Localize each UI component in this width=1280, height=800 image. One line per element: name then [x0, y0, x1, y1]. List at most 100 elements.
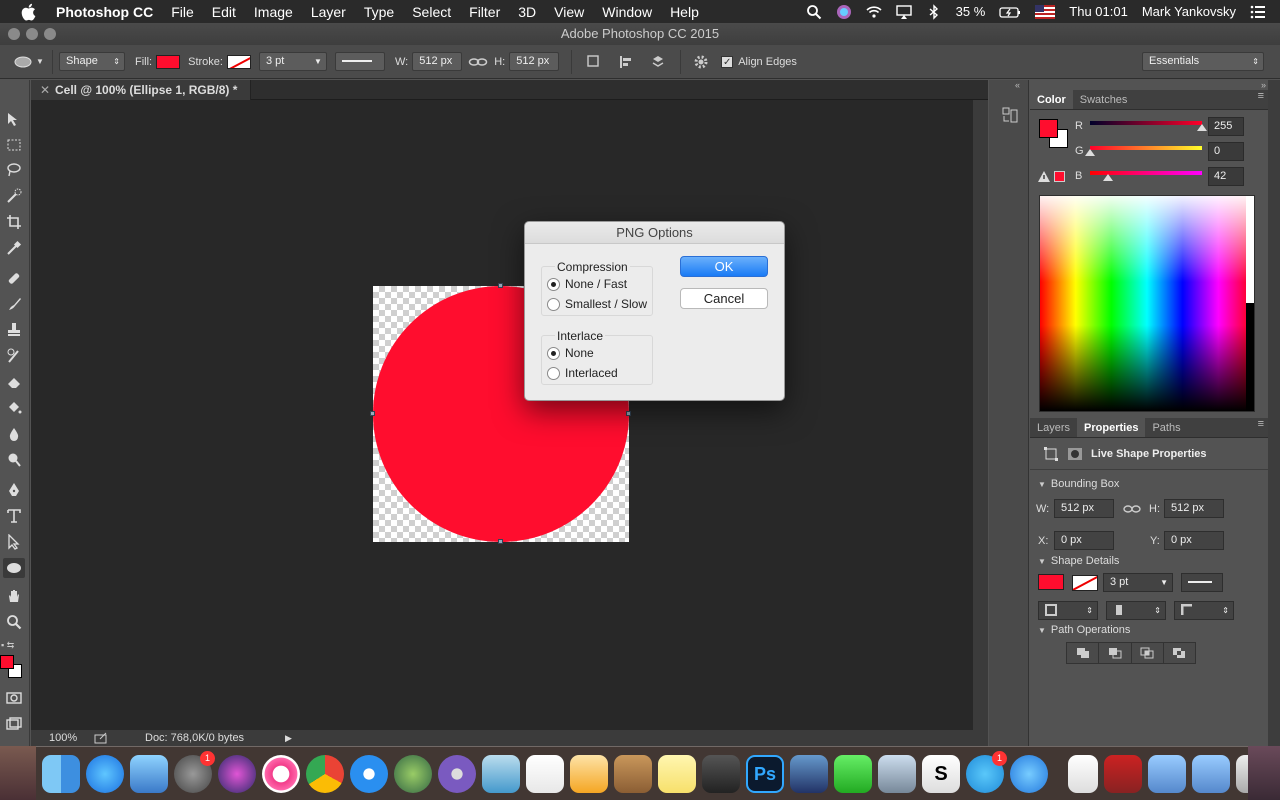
facetime-icon[interactable]	[834, 754, 872, 793]
skype-icon[interactable]: S	[922, 754, 960, 793]
dodge-tool-icon[interactable]	[3, 450, 25, 470]
combine-shapes-icon[interactable]	[1067, 643, 1100, 663]
b-value-field[interactable]: 42	[1208, 167, 1244, 186]
contacts-icon[interactable]	[614, 754, 652, 793]
path-alignment-icon[interactable]	[618, 54, 634, 70]
intersect-shapes-icon[interactable]	[1132, 643, 1164, 663]
stroke-caps-select[interactable]: ⇕	[1106, 601, 1166, 620]
gamut-warning-icon[interactable]	[1038, 171, 1050, 182]
menu-view[interactable]: View	[554, 4, 584, 20]
panel-menu-icon[interactable]: ≡	[1258, 418, 1268, 437]
bounding-box-section[interactable]: Bounding Box	[1038, 478, 1120, 490]
torrent-icon[interactable]	[438, 754, 476, 793]
photoshop-icon[interactable]: Ps	[746, 754, 784, 793]
healing-brush-tool-icon[interactable]	[3, 268, 25, 288]
foreground-color-swatch[interactable]	[0, 655, 14, 669]
keynote-icon[interactable]	[482, 754, 520, 793]
stroke-align-select[interactable]: ⇕	[1038, 601, 1098, 620]
notes-icon[interactable]	[658, 754, 696, 793]
workspace-select[interactable]: Essentials ⇕	[1142, 52, 1264, 71]
zoom-level[interactable]: 100%	[49, 730, 77, 746]
transform-handle-bottom[interactable]	[498, 539, 503, 544]
marquee-tool-icon[interactable]	[3, 135, 25, 155]
collapse-arrows-icon[interactable]: »	[1261, 80, 1266, 90]
gear-icon[interactable]	[693, 54, 709, 70]
radio-compression-smallest-slow[interactable]: Smallest / Slow	[547, 297, 647, 311]
chrome-icon[interactable]	[306, 754, 344, 793]
tab-layers[interactable]: Layers	[1030, 418, 1077, 437]
subtract-shape-icon[interactable]	[1099, 643, 1132, 663]
color-foreground-swatch[interactable]	[1039, 119, 1058, 138]
history-panel-icon[interactable]	[1001, 106, 1019, 124]
b-slider-thumb[interactable]	[1103, 174, 1113, 181]
spectrum-white-bar[interactable]	[1246, 196, 1254, 303]
siri-icon[interactable]	[218, 754, 256, 793]
eraser-tool-icon[interactable]	[3, 372, 25, 392]
eyedropper-tool-icon[interactable]	[3, 238, 25, 258]
move-tool-icon[interactable]	[3, 110, 25, 130]
path-arrangement-icon[interactable]	[650, 54, 666, 70]
siri-menu-icon[interactable]	[836, 4, 852, 20]
radio-compression-none-fast[interactable]: None / Fast	[547, 277, 627, 291]
app-store-icon[interactable]	[86, 754, 124, 793]
play-arrow-icon[interactable]: ▶	[285, 730, 292, 746]
quick-mask-icon[interactable]	[3, 688, 25, 708]
document-tab[interactable]: ✕ Cell @ 100% (Ellipse 1, RGB/8) *	[31, 80, 251, 100]
tab-paths[interactable]: Paths	[1145, 418, 1187, 437]
flag-us-icon[interactable]	[1035, 4, 1056, 20]
path-selection-tool-icon[interactable]	[3, 532, 25, 552]
exclude-overlap-icon[interactable]	[1164, 643, 1195, 663]
safari-icon[interactable]	[350, 754, 388, 793]
tab-properties[interactable]: Properties	[1077, 418, 1146, 437]
collapse-arrows-icon[interactable]: «	[1015, 80, 1020, 90]
minimize-window-icon[interactable]	[26, 28, 38, 40]
document-icon[interactable]	[1068, 754, 1098, 793]
history-brush-tool-icon[interactable]	[3, 346, 25, 366]
ok-button[interactable]: OK	[680, 256, 768, 277]
menu-help[interactable]: Help	[670, 4, 699, 20]
shape-mode-select[interactable]: Shape ⇕	[59, 52, 125, 71]
color-spectrum[interactable]	[1039, 195, 1255, 412]
panel-scrollbar[interactable]	[1268, 80, 1280, 746]
link-icon[interactable]	[1123, 503, 1141, 515]
hand-tool-icon[interactable]	[3, 586, 25, 606]
g-slider[interactable]	[1090, 146, 1202, 150]
menu-3d[interactable]: 3D	[518, 4, 536, 20]
menu-app-name[interactable]: Photoshop CC	[56, 4, 153, 20]
shape-stroke-type-select[interactable]	[1181, 573, 1223, 592]
telegram-icon[interactable]: 1	[966, 750, 1007, 793]
link-icon[interactable]	[468, 56, 488, 68]
notification-center-icon[interactable]	[1250, 4, 1266, 20]
bbox-w-field[interactable]: 512 px	[1054, 499, 1114, 518]
folder-icon[interactable]	[1148, 754, 1186, 793]
stroke-corners-select[interactable]: ⇕	[1174, 601, 1234, 620]
screen-mode-icon[interactable]	[3, 714, 25, 734]
tool-preset-picker[interactable]: ▼	[0, 56, 46, 68]
g-slider-thumb[interactable]	[1085, 149, 1095, 156]
type-tool-icon[interactable]	[3, 506, 25, 526]
xcode-icon[interactable]	[790, 754, 828, 793]
close-tab-icon[interactable]: ✕	[40, 80, 50, 100]
r-slider-thumb[interactable]	[1197, 124, 1207, 131]
path-operations-section[interactable]: Path Operations	[1038, 624, 1131, 636]
height-field[interactable]: 512 px	[509, 52, 560, 71]
g-value-field[interactable]: 0	[1208, 142, 1244, 161]
ellipse-tool-icon[interactable]	[3, 558, 25, 578]
zoom-tool-icon[interactable]	[3, 612, 25, 632]
downloads-folder-icon[interactable]	[1192, 754, 1230, 793]
fill-swatch[interactable]	[156, 54, 181, 69]
zoom-window-icon[interactable]	[44, 28, 56, 40]
stroke-width-field[interactable]: 3 pt ▼	[258, 52, 327, 71]
brush-tool-icon[interactable]	[3, 294, 25, 314]
pages-icon[interactable]	[570, 754, 608, 793]
mail-icon[interactable]	[878, 754, 916, 793]
itunes-icon[interactable]	[262, 754, 300, 793]
shape-stroke-width-field[interactable]: 3 pt ▼	[1103, 573, 1173, 592]
bbox-x-field[interactable]: 0 px	[1054, 531, 1114, 550]
spotlight-icon[interactable]	[806, 4, 822, 20]
shape-fill-swatch[interactable]	[1038, 574, 1064, 590]
clone-stamp-tool-icon[interactable]	[3, 320, 25, 340]
lasso-tool-icon[interactable]	[3, 160, 25, 180]
cancel-button[interactable]: Cancel	[680, 288, 768, 309]
close-window-icon[interactable]	[8, 28, 20, 40]
